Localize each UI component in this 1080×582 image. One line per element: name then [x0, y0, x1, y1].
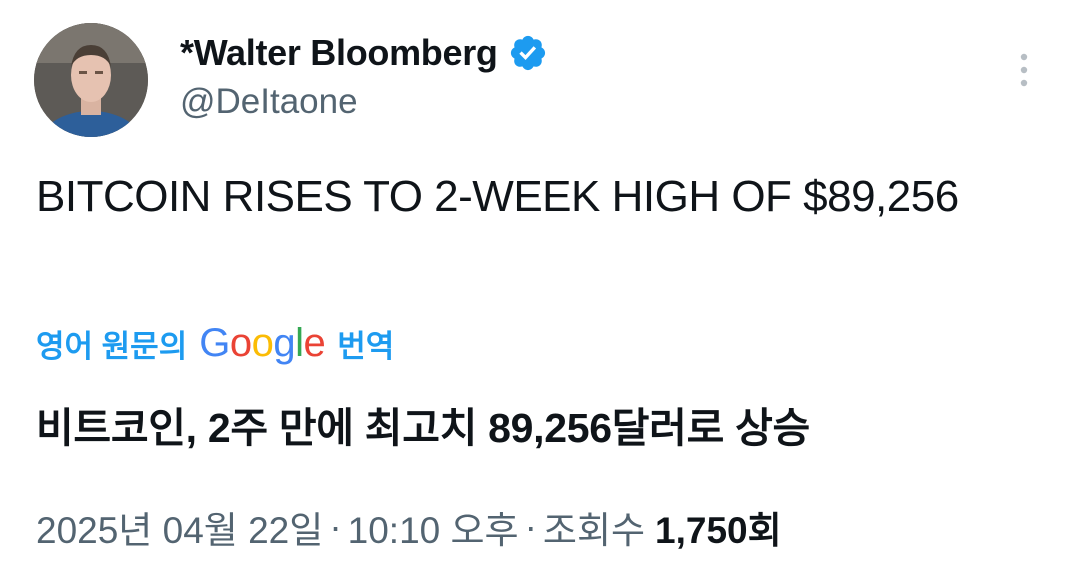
meta-separator: ·: [329, 506, 342, 547]
tweet-meta: 2025년 04월 22일 · 10:10 오후 · 조회수 1,750회: [36, 501, 782, 553]
views-count: 1,750회: [655, 510, 782, 551]
tweet-text: BITCOIN RISES TO 2-WEEK HIGH OF $89,256: [36, 172, 959, 221]
avatar[interactable]: [34, 23, 148, 137]
tweet-date[interactable]: 2025년 04월 22일: [36, 500, 323, 554]
avatar-photo-icon: [34, 23, 148, 137]
author-handle[interactable]: @DeItaone: [180, 82, 358, 122]
translate-suffix: 번역: [337, 328, 395, 364]
translated-text: 비트코인, 2주 만에 최고치 89,256달러로 상승: [36, 405, 810, 451]
tweet-time[interactable]: 10:10 오후: [348, 500, 519, 554]
meta-separator: ·: [524, 506, 537, 547]
translate-prefix: 영어 원문의: [36, 328, 188, 364]
more-vertical-icon: [1020, 53, 1028, 87]
tweet-card: *Walter Bloomberg @DeItaone BITCOIN RISE…: [0, 0, 1080, 582]
author-display-name[interactable]: *Walter Bloomberg: [180, 32, 498, 74]
views-label: 조회수: [542, 510, 646, 551]
google-logo: Google: [199, 320, 326, 365]
translate-link[interactable]: 영어 원문의 Google 번역: [36, 318, 394, 368]
more-options-button[interactable]: [1004, 48, 1044, 92]
author-name-row: *Walter Bloomberg: [180, 28, 548, 78]
verified-badge-icon: [508, 33, 548, 73]
